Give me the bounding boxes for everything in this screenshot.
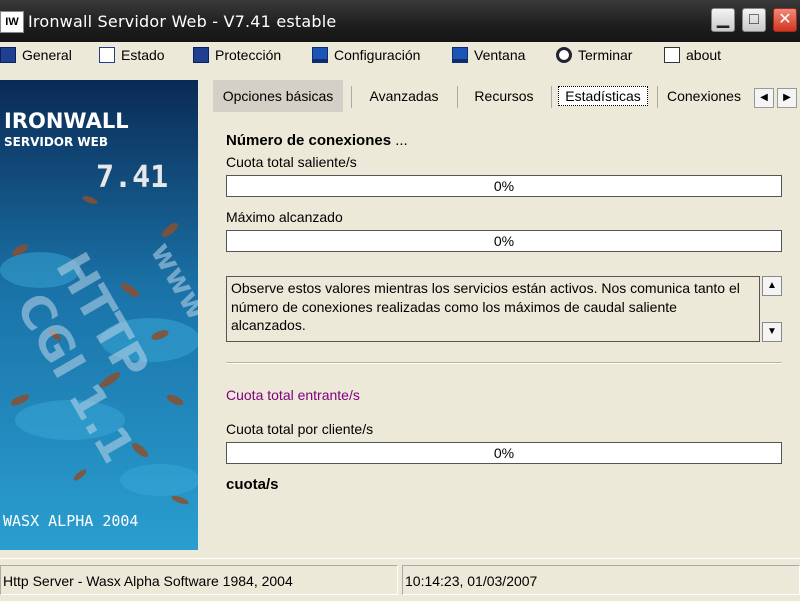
- splash-image: www HTTP CGI 1.1 IRONWALL SERVIDOR WEB 7…: [0, 80, 198, 550]
- tab-label: Avanzadas: [369, 88, 439, 104]
- tab-conexiones[interactable]: Conexiones: [667, 80, 753, 112]
- tab-separator: [457, 86, 458, 108]
- splash-version: 7.41: [96, 160, 168, 195]
- menu-item-estado[interactable]: Estado: [99, 45, 165, 65]
- info-scroll-down-button[interactable]: ▼: [762, 322, 782, 342]
- menu-item-ventana[interactable]: Ventana: [452, 45, 525, 65]
- menu-item-label: Configuración: [334, 47, 421, 63]
- divider: [226, 362, 782, 364]
- arrow-up-icon: ▲: [767, 280, 777, 291]
- status-bar: Http Server - Wasx Alpha Software 1984, …: [0, 558, 800, 601]
- tab-avanzadas[interactable]: Avanzadas: [357, 80, 451, 112]
- shield-icon: [193, 47, 209, 63]
- maximize-icon: □: [749, 11, 759, 28]
- progress-text: 0%: [493, 233, 515, 249]
- splash-graphic: www HTTP CGI 1.1 IRONWALL SERVIDOR WEB 7…: [0, 80, 198, 550]
- menu-item-label: Ventana: [474, 47, 526, 63]
- info-scroll-track[interactable]: [762, 296, 782, 322]
- section-title: Número de conexiones ...: [226, 132, 408, 149]
- splash-subtitle: SERVIDOR WEB: [4, 135, 108, 149]
- outgoing-quota-progress: 0%: [226, 175, 782, 197]
- menu-item-terminar[interactable]: Terminar: [556, 45, 632, 65]
- quota-value-label: cuota/s: [226, 476, 279, 493]
- tab-estadisticas[interactable]: Estadísticas: [555, 80, 651, 112]
- section-title-dots: ...: [395, 132, 408, 149]
- status-datetime: 10:14:23, 01/03/2007: [402, 565, 800, 595]
- status-copyright: Http Server - Wasx Alpha Software 1984, …: [0, 565, 398, 595]
- progress-text: 0%: [493, 445, 515, 461]
- menu-item-proteccion[interactable]: Protección: [193, 45, 281, 65]
- window-title: Ironwall Servidor Web - V7.41 estable: [28, 12, 337, 31]
- section-title-text: Número de conexiones: [226, 132, 392, 149]
- menu-bar: General Estado Protección Configuración …: [0, 42, 800, 68]
- info-scroll-up-button[interactable]: ▲: [762, 276, 782, 296]
- info-textarea[interactable]: Observe estos valores mientras los servi…: [226, 276, 760, 342]
- menu-item-configuracion[interactable]: Configuración: [312, 45, 420, 65]
- tab-separator: [657, 86, 658, 108]
- tab-label: Estadísticas: [558, 86, 648, 106]
- menu-item-about[interactable]: about: [664, 45, 721, 65]
- incoming-quota-label: Cuota total entrante/s: [226, 387, 360, 403]
- arrow-left-icon: ◀: [760, 92, 768, 103]
- title-bar[interactable]: IW Ironwall Servidor Web - V7.41 estable…: [0, 0, 800, 42]
- splash-brand: IRONWALL: [4, 109, 129, 133]
- progress-text: 0%: [493, 178, 515, 194]
- house-icon: [664, 47, 680, 63]
- tab-label: Conexiones: [667, 88, 741, 104]
- tab-recursos[interactable]: Recursos: [463, 80, 545, 112]
- splash-footer: WASX ALPHA 2004: [3, 512, 138, 530]
- maximize-button[interactable]: □: [742, 8, 766, 32]
- gear-icon: [556, 47, 572, 63]
- tab-opciones-basicas[interactable]: Opciones básicas: [213, 80, 343, 112]
- menu-item-label: General: [22, 47, 72, 63]
- minimize-button[interactable]: ▁: [711, 8, 735, 32]
- close-button[interactable]: ✕: [773, 8, 797, 32]
- tab-scroll-left-button[interactable]: ◀: [754, 88, 774, 108]
- max-reached-progress: 0%: [226, 230, 782, 252]
- arrow-right-icon: ▶: [783, 92, 791, 103]
- statistics-panel: Número de conexiones ... Cuota total sal…: [214, 114, 800, 554]
- tab-label: Recursos: [474, 88, 534, 104]
- minimize-icon: ▁: [716, 11, 730, 28]
- menu-item-label: about: [686, 47, 722, 63]
- status-icon: [99, 47, 115, 63]
- app-icon: IW: [0, 11, 24, 33]
- per-client-quota-progress: 0%: [226, 442, 782, 464]
- arrow-down-icon: ▼: [767, 326, 777, 337]
- monitor-icon: [0, 47, 16, 63]
- window-icon: [452, 47, 468, 63]
- tab-label: Opciones básicas: [222, 88, 334, 104]
- max-reached-label: Máximo alcanzado: [226, 209, 343, 225]
- tab-scroll-right-button[interactable]: ▶: [777, 88, 797, 108]
- tab-separator: [551, 86, 552, 108]
- menu-item-label: Protección: [215, 47, 282, 63]
- menu-item-label: Estado: [121, 47, 165, 63]
- tab-separator: [351, 86, 352, 108]
- menu-item-label: Terminar: [578, 47, 633, 63]
- per-client-quota-label: Cuota total por cliente/s: [226, 421, 374, 437]
- monitor-config-icon: [312, 47, 328, 63]
- tab-strip: Opciones básicas Avanzadas Recursos Esta…: [205, 80, 800, 112]
- outgoing-quota-label: Cuota total saliente/s: [226, 154, 357, 170]
- menu-item-general[interactable]: General: [0, 45, 72, 65]
- close-icon: ✕: [778, 11, 792, 28]
